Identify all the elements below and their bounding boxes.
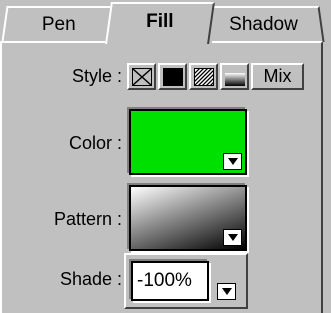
tab-pen[interactable]: Pen — [1, 6, 117, 42]
pattern-swatch[interactable] — [129, 185, 247, 251]
gradient-icon — [224, 72, 245, 86]
style-solid-button[interactable] — [158, 63, 187, 90]
chevron-down-icon — [227, 234, 238, 241]
color-label: Color : — [68, 133, 122, 153]
pattern-dropdown-button[interactable] — [223, 229, 242, 246]
style-mix-button[interactable]: Mix — [251, 63, 304, 90]
fill-panel: Style : Mix Color: Pattern: Shade: -1… — [0, 41, 323, 313]
shade-dropdown-button[interactable] — [217, 283, 236, 300]
tab-shadow-label: Shadow — [228, 14, 298, 35]
chevron-down-icon — [221, 288, 232, 295]
style-hatch-button[interactable] — [189, 63, 218, 90]
solid-fill-icon — [162, 67, 183, 86]
hatch-pattern-icon — [193, 67, 214, 86]
shade-label: Shade : — [59, 269, 122, 289]
shade-input[interactable]: -100% — [131, 261, 209, 301]
tab-fill-label: Fill — [146, 11, 174, 32]
tab-shadow[interactable]: Shadow — [201, 6, 325, 42]
style-gradient-button[interactable] — [220, 63, 249, 90]
style-none-button[interactable] — [127, 63, 156, 90]
color-swatch[interactable] — [129, 109, 247, 175]
pattern-label: Pattern : — [53, 209, 122, 229]
color-dropdown-button[interactable] — [223, 153, 242, 170]
tab-strip: Pen Shadow Fill — [0, 0, 331, 44]
tab-pen-label: Pen — [41, 14, 76, 35]
chevron-down-icon — [227, 158, 238, 165]
x-cross-icon — [131, 67, 152, 86]
style-label: Style : — [71, 66, 122, 86]
style-button-row: Mix — [127, 63, 306, 90]
tab-fill[interactable]: Fill — [105, 2, 215, 44]
